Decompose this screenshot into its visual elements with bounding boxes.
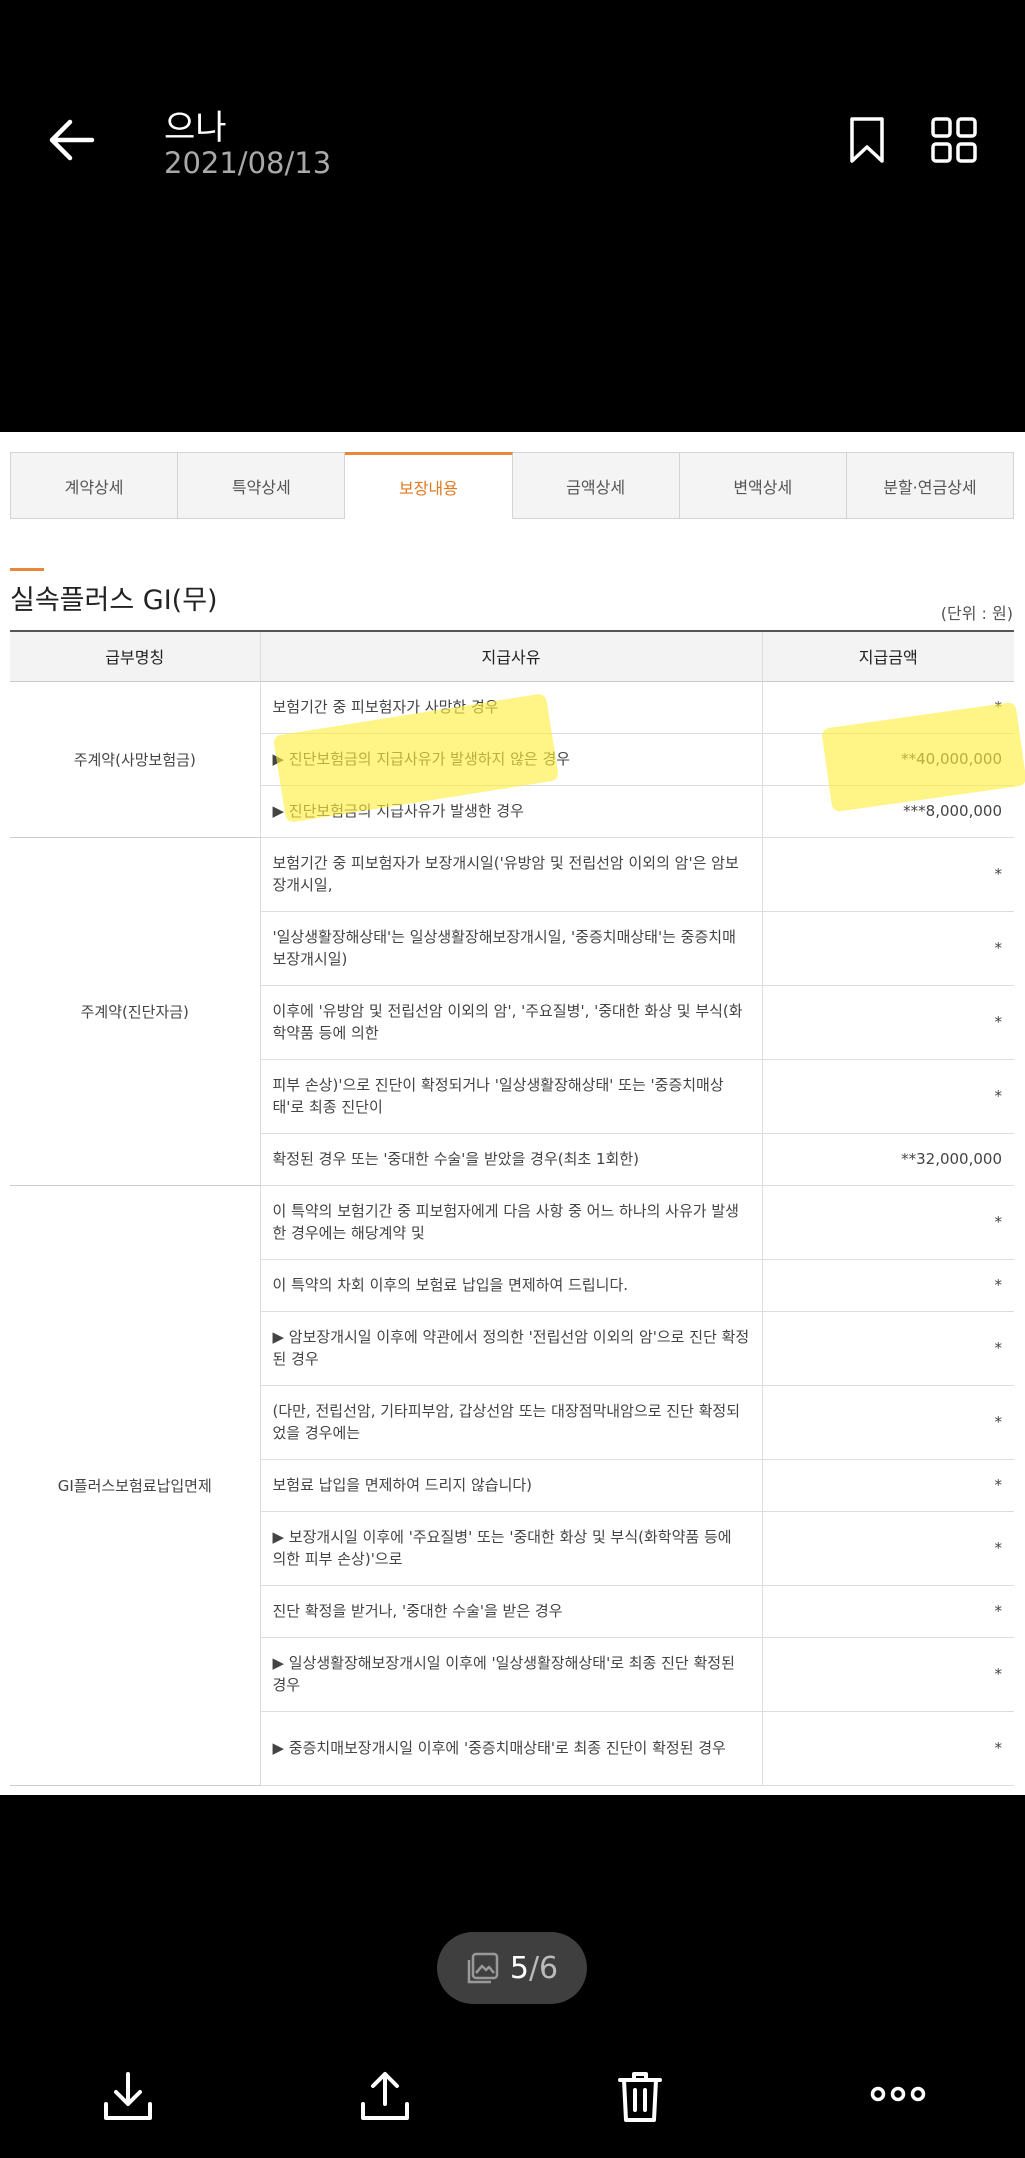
page-counter: 5/6 [509, 1950, 559, 1986]
reason-cell: '일상생활장해상태'는 일상생활장해보장개시일, '중증치매상태'는 중증치매보… [260, 911, 763, 986]
unit-label: (단위 : 원) [940, 604, 1013, 623]
amount-cell: * [762, 1311, 1014, 1386]
section-accent [10, 568, 44, 571]
tab-coverage[interactable]: 보장내용 [345, 452, 513, 519]
reason-cell: 확정된 경우 또는 '중대한 수술'을 받았을 경우(최초 1회한) [260, 1133, 763, 1186]
viewer-top-bar: 으나 2021/08/13 [0, 0, 1025, 430]
column-header-reason: 지급사유 [260, 630, 763, 682]
amount-cell: * [762, 1059, 1014, 1134]
table-header-row: 급부명칭 지급사유 지급금액 [10, 630, 1014, 682]
amount-cell: * [762, 1511, 1014, 1586]
reason-cell: ▶ 일상생활장해보장개시일 이후에 '일상생활장해상태'로 최종 진단 확정된 … [260, 1637, 763, 1712]
reason-cell: 피부 손상)'으로 진단이 확정되거나 '일상생활장해상태' 또는 '중증치매상… [260, 1059, 763, 1134]
tab-annuity-detail[interactable]: 분할·연금상세 [847, 453, 1013, 518]
table-row: GI플러스보험료납입면제 이 특약의 보험기간 중 피보험자에게 다음 사항 중… [10, 1185, 1014, 1786]
reason-cell: ▶ 중증치매보장개시일 이후에 '중증치매상태'로 최종 진단이 확정된 경우 [260, 1711, 763, 1786]
more-icon[interactable] [868, 2068, 928, 2124]
trash-icon[interactable] [612, 2068, 668, 2124]
amount-cell: * [762, 985, 1014, 1060]
reason-cell: 이 특약의 차회 이후의 보험료 납입을 면제하여 드립니다. [260, 1259, 763, 1312]
reason-cell: 보험료 납입을 면제하여 드리지 않습니다) [260, 1459, 763, 1512]
amount-cell: * [762, 837, 1014, 912]
reason-cell: ▶ 보장개시일 이후에 '주요질병' 또는 '중대한 화상 및 부식(화학약품 … [260, 1511, 763, 1586]
column-header-amount: 지급금액 [762, 630, 1014, 682]
tab-contract-detail[interactable]: 계약상세 [11, 453, 179, 518]
reason-cell: 이후에 '유방암 및 전립선암 이외의 암', '주요질병', '중대한 화상 … [260, 985, 763, 1060]
reason-cell: 진단 확정을 받거나, '중대한 수술'을 받은 경우 [260, 1585, 763, 1638]
amount-cell: * [762, 1585, 1014, 1638]
screenshot-content: 계약상세 특약상세 보장내용 금액상세 변액상세 분할·연금상세 실속플러스 G… [0, 432, 1025, 1795]
image-icon [467, 1952, 499, 1984]
tab-rider-detail[interactable]: 특약상세 [178, 453, 346, 518]
page-indicator: 5/6 [437, 1932, 587, 2004]
benefit-name: 주계약(사망보험금) [10, 681, 261, 838]
bookmark-icon[interactable] [848, 116, 886, 164]
tab-variable-detail[interactable]: 변액상세 [680, 453, 847, 518]
table-row: 주계약(진단자금) 보험기간 중 피보험자가 보장개시일('유방암 및 전립선암… [10, 837, 1014, 1186]
amount-cell: * [762, 1711, 1014, 1786]
reason-cell: (다만, 전립선암, 기타피부암, 갑상선암 또는 대장점막내암으로 진단 확정… [260, 1385, 763, 1460]
photo-date: 2021/08/13 [164, 146, 332, 180]
album-title: 으나 [164, 108, 227, 148]
grid-view-icon[interactable] [930, 116, 978, 164]
amount-cell: **32,000,000 [762, 1133, 1014, 1186]
column-header-benefit-name: 급부명칭 [10, 630, 261, 682]
amount-cell: * [762, 911, 1014, 986]
amount-cell: * [762, 1637, 1014, 1712]
section-title: 실속플러스 GI(무) [10, 585, 218, 616]
amount-cell: * [762, 1459, 1014, 1512]
tab-bar: 계약상세 특약상세 보장내용 금액상세 변액상세 분할·연금상세 [10, 452, 1014, 519]
benefit-name: 주계약(진단자금) [10, 837, 261, 1186]
arrow-left-icon[interactable] [42, 110, 102, 170]
page-total: 6 [539, 1950, 559, 1986]
tab-amount-detail[interactable]: 금액상세 [513, 453, 680, 518]
download-icon[interactable] [100, 2068, 156, 2124]
benefit-name: GI플러스보험료납입면제 [10, 1185, 261, 1786]
amount-cell: * [762, 1385, 1014, 1460]
reason-cell: 이 특약의 보험기간 중 피보험자에게 다음 사항 중 어느 하나의 사유가 발… [260, 1185, 763, 1260]
reason-cell: ▶ 암보장개시일 이후에 약관에서 정의한 '전립선암 이외의 암'으로 진단 … [260, 1311, 763, 1386]
page-current: 5 [509, 1950, 529, 1986]
share-icon[interactable] [357, 2068, 413, 2124]
viewer-bottom-bar [0, 2060, 1025, 2158]
amount-cell: * [762, 1259, 1014, 1312]
amount-cell: * [762, 1185, 1014, 1260]
reason-cell: 보험기간 중 피보험자가 보장개시일('유방암 및 전립선암 이외의 암'은 암… [260, 837, 763, 912]
